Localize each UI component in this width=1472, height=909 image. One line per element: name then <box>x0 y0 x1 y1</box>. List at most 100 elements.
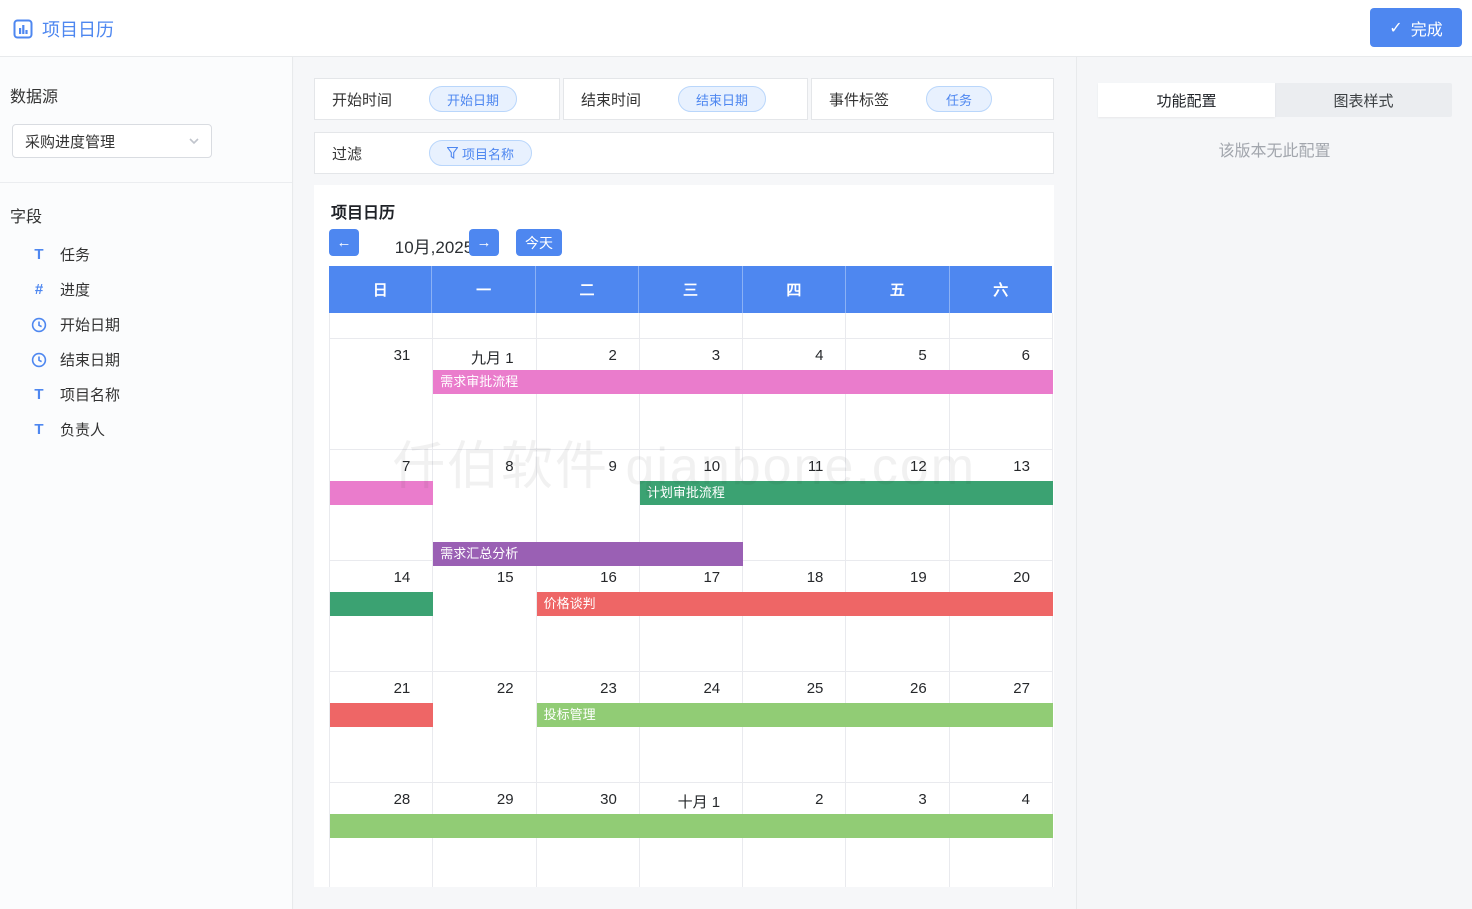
field-item-label: 进度 <box>60 279 90 300</box>
field-item-负责人[interactable]: T负责人 <box>0 412 292 447</box>
event-bar-continuation[interactable] <box>330 592 433 616</box>
calendar-cell[interactable]: 13 <box>950 450 1053 561</box>
check-icon: ✓ <box>1389 18 1402 38</box>
field-item-结束日期[interactable]: 结束日期 <box>0 342 292 377</box>
calendar-cell[interactable]: 18 <box>743 561 846 672</box>
calendar-cell[interactable]: 27 <box>950 672 1053 783</box>
event-bar-continuation[interactable] <box>330 481 433 505</box>
weekday-cell: 一 <box>432 266 535 313</box>
end-time-filter: 结束时间 结束日期 <box>563 78 808 120</box>
chevron-down-icon <box>187 134 201 148</box>
calendar-cell[interactable]: 19 <box>846 561 949 672</box>
event-bar-需求汇总分析[interactable]: 需求汇总分析 <box>433 542 743 566</box>
task-field-pill[interactable]: 任务 <box>926 86 992 112</box>
right-arrow-icon: → <box>477 234 492 251</box>
calendar-cell[interactable]: 12 <box>846 450 949 561</box>
event-bar-continuation[interactable] <box>330 703 433 727</box>
calendar-cell[interactable]: 7 <box>330 450 433 561</box>
calendar-cell[interactable]: 15 <box>433 561 536 672</box>
project-name-filter-pill[interactable]: 项目名称 <box>429 140 532 166</box>
field-item-label: 结束日期 <box>60 349 120 370</box>
done-button-label: 完成 <box>1411 16 1443 40</box>
event-bar-价格谈判[interactable]: 价格谈判 <box>537 592 1053 616</box>
datasource-label: 数据源 <box>10 83 292 107</box>
calendar-cell[interactable] <box>330 313 433 339</box>
calendar-cell[interactable] <box>433 313 536 339</box>
calendar-cell[interactable]: 31 <box>330 339 433 450</box>
start-time-label: 开始时间 <box>332 89 429 110</box>
start-date-field-pill[interactable]: 开始日期 <box>429 86 517 112</box>
calendar-cell[interactable] <box>950 313 1053 339</box>
field-item-任务[interactable]: T 任务 <box>0 237 292 272</box>
datasource-select[interactable]: 采购进度管理 <box>12 124 212 158</box>
field-item-项目名称[interactable]: T项目名称 <box>0 377 292 412</box>
event-bar-需求审批流程[interactable]: 需求审批流程 <box>433 370 1053 394</box>
calendar-cell[interactable]: 22 <box>433 672 536 783</box>
calendar-cell[interactable]: 24 <box>640 672 743 783</box>
event-tag-label: 事件标签 <box>829 89 926 110</box>
weekday-cell: 三 <box>639 266 742 313</box>
field-item-开始日期[interactable]: 开始日期 <box>0 307 292 342</box>
calendar-cell[interactable]: 11 <box>743 450 846 561</box>
main-panel: 开始时间 开始日期 结束时间 结束日期 事件标签 任务 过滤 项目名称 项目日历… <box>294 57 1076 909</box>
start-time-filter: 开始时间 开始日期 <box>314 78 560 120</box>
funnel-icon <box>447 147 458 159</box>
calendar-cell[interactable]: 5 <box>846 339 949 450</box>
calendar-cell[interactable]: 九月 1 <box>433 339 536 450</box>
tab-功能配置[interactable]: 功能配置 <box>1098 83 1275 117</box>
event-bar-continuation[interactable] <box>330 814 1053 838</box>
calendar-cell[interactable]: 3 <box>640 339 743 450</box>
calendar-cell[interactable]: 16 <box>537 561 640 672</box>
calendar-cell[interactable]: 14 <box>330 561 433 672</box>
field-item-label: 任务 <box>60 244 90 265</box>
calendar-cell[interactable] <box>537 313 640 339</box>
calendar-cell[interactable]: 17 <box>640 561 743 672</box>
event-bar-投标管理[interactable]: 投标管理 <box>537 703 1053 727</box>
project-name-pill-label: 项目名称 <box>462 144 514 163</box>
end-date-field-pill[interactable]: 结束日期 <box>678 86 766 112</box>
calendar-cell[interactable]: 25 <box>743 672 846 783</box>
start-date-pill-label: 开始日期 <box>447 90 499 109</box>
calendar-cell[interactable] <box>743 313 846 339</box>
calendar-cell[interactable]: 4 <box>743 339 846 450</box>
text-field-icon: T <box>31 386 47 403</box>
datasource-select-value: 采购进度管理 <box>25 131 115 152</box>
weekday-cell: 五 <box>846 266 949 313</box>
calendar-cell[interactable]: 6 <box>950 339 1053 450</box>
event-bar-计划审批流程[interactable]: 计划审批流程 <box>640 481 1053 505</box>
calendar-cell[interactable]: 20 <box>950 561 1053 672</box>
today-button[interactable]: 今天 <box>516 229 562 256</box>
weekday-cell: 日 <box>329 266 432 313</box>
top-header-bar: 项目日历 ✓ 完成 <box>0 0 1472 57</box>
today-button-label: 今天 <box>525 233 553 253</box>
done-button[interactable]: ✓ 完成 <box>1370 8 1462 47</box>
field-item-label: 开始日期 <box>60 314 120 335</box>
left-arrow-icon: ← <box>337 234 352 251</box>
calendar-cell[interactable] <box>846 313 949 339</box>
prev-month-button[interactable]: ← <box>329 229 359 256</box>
filter-label: 过滤 <box>332 143 429 164</box>
text-field-icon: T <box>31 246 47 263</box>
end-date-pill-label: 结束日期 <box>696 90 748 109</box>
calendar-cell[interactable]: 21 <box>330 672 433 783</box>
field-item-进度[interactable]: #进度 <box>0 272 292 307</box>
calendar-cell[interactable]: 2 <box>537 339 640 450</box>
calendar-card: 项目日历 ← 10月,2025 → 今天 日一二三四五六 31九月 123456… <box>314 185 1054 887</box>
calendar-cell[interactable]: 23 <box>537 672 640 783</box>
calendar-cell[interactable] <box>640 313 743 339</box>
calendar-week-row: 31九月 123456 <box>330 339 1053 450</box>
weekday-cell: 二 <box>536 266 639 313</box>
weekday-cell: 四 <box>743 266 846 313</box>
weekday-cell: 六 <box>950 266 1052 313</box>
calendar-cell[interactable]: 26 <box>846 672 949 783</box>
next-month-button[interactable]: → <box>469 229 499 256</box>
calendar-partial-row <box>330 313 1053 339</box>
app-title: 项目日历 <box>13 16 114 42</box>
config-tabbar: 功能配置图表样式 <box>1098 83 1452 117</box>
date-field-icon <box>31 352 47 368</box>
sidebar-divider <box>0 182 292 183</box>
tab-图表样式[interactable]: 图表样式 <box>1275 83 1452 117</box>
text-field-icon: T <box>31 421 47 438</box>
calendar-chart-icon <box>13 19 33 39</box>
config-panel: 功能配置图表样式 该版本无此配置 <box>1076 57 1472 909</box>
